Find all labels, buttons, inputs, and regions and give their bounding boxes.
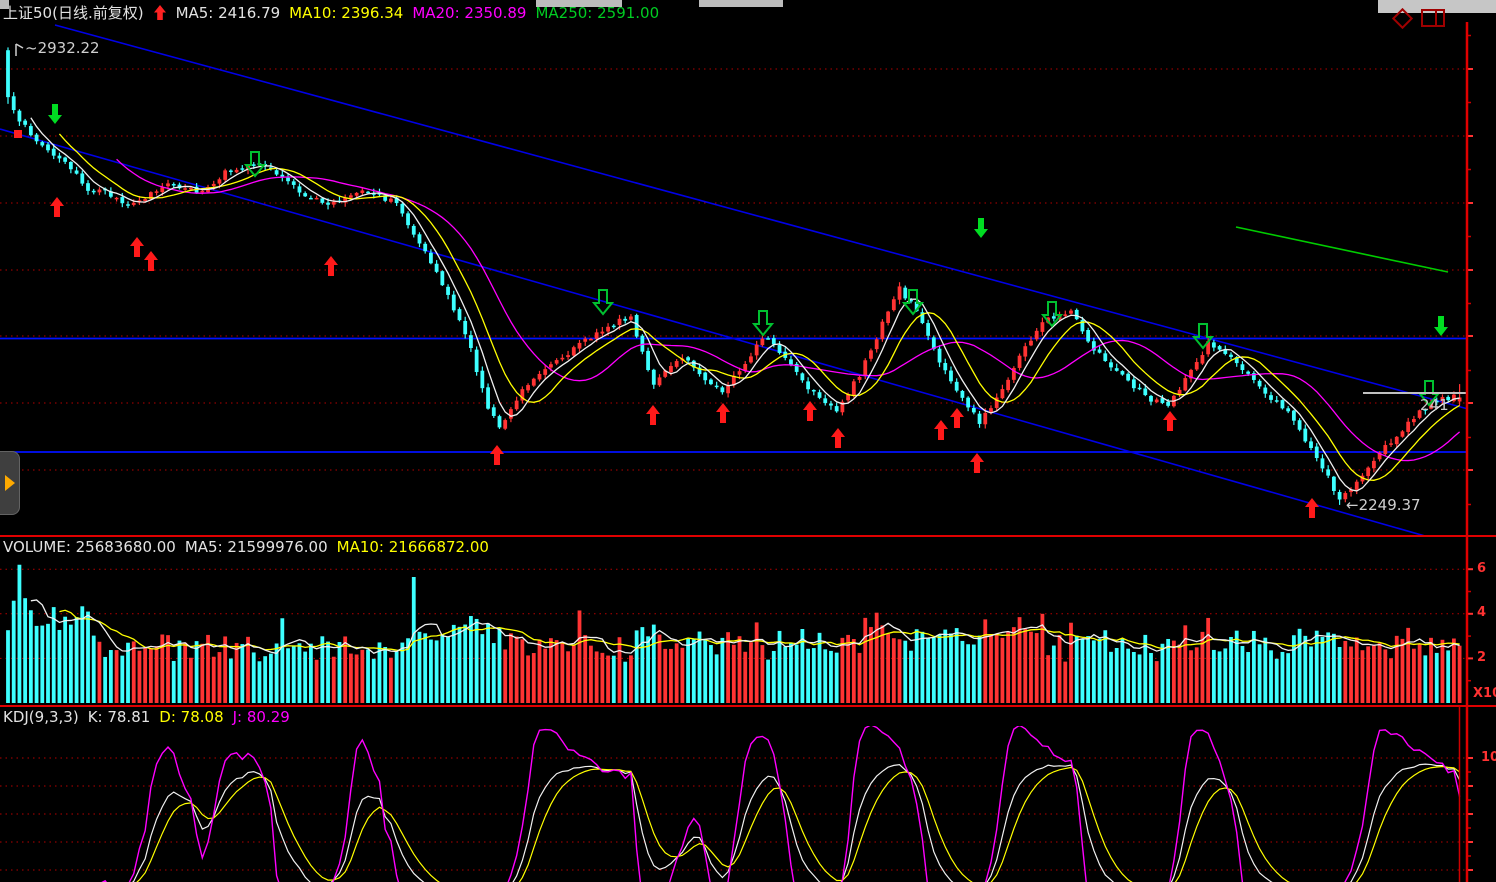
red-up-arrow-icon xyxy=(153,4,167,23)
volume-multiplier-label: X10 xyxy=(1473,686,1496,701)
high-annotation: ~2932.22 xyxy=(25,39,100,57)
volume-axis-label-6: 6 xyxy=(1477,561,1486,576)
kdj-header: KDJ(9,3,3) K: 78.81 D: 78.08 J: 80.29 xyxy=(3,708,290,726)
window-fragment xyxy=(699,0,783,7)
chart-canvas[interactable] xyxy=(0,0,1496,882)
volume-header: VOLUME: 25683680.00 MA5: 21599976.00 MA1… xyxy=(3,538,489,556)
volume-ma5-value: MA5: 21599976.00 xyxy=(185,538,328,556)
symbol-title: 上证50(日线.前复权) xyxy=(3,4,144,23)
volume-value: VOLUME: 25683680.00 xyxy=(3,538,176,556)
ma10-value: MA10: 2396.34 xyxy=(289,4,403,23)
trading-app-window: 上证50(日线.前复权) MA5: 2416.79 MA10: 2396.34 … xyxy=(0,0,1496,882)
ma250-value: MA250: 2591.00 xyxy=(535,4,659,23)
low-annotation: ←2249.37 xyxy=(1346,496,1421,514)
split-pane-icon[interactable] xyxy=(1421,9,1445,27)
kdj-d-value: D: 78.08 xyxy=(159,708,223,726)
kdj-params: KDJ(9,3,3) xyxy=(3,708,79,726)
last-price-label: 241 xyxy=(1420,396,1449,414)
volume-ma10-value: MA10: 21666872.00 xyxy=(337,538,489,556)
ma5-value: MA5: 2416.79 xyxy=(176,4,281,23)
kdj-axis-label-100: 100 xyxy=(1481,750,1496,765)
ma20-value: MA20: 2350.89 xyxy=(412,4,526,23)
play-icon xyxy=(5,475,15,491)
kdj-k-value: K: 78.81 xyxy=(88,708,151,726)
split-pane-divider xyxy=(1435,11,1437,25)
volume-axis-label-4: 4 xyxy=(1477,605,1486,620)
kdj-j-value: J: 80.29 xyxy=(233,708,290,726)
left-expand-handle[interactable] xyxy=(0,451,20,515)
volume-axis-label-2: 2 xyxy=(1477,650,1486,665)
main-chart-header: 上证50(日线.前复权) MA5: 2416.79 MA10: 2396.34 … xyxy=(3,4,659,23)
